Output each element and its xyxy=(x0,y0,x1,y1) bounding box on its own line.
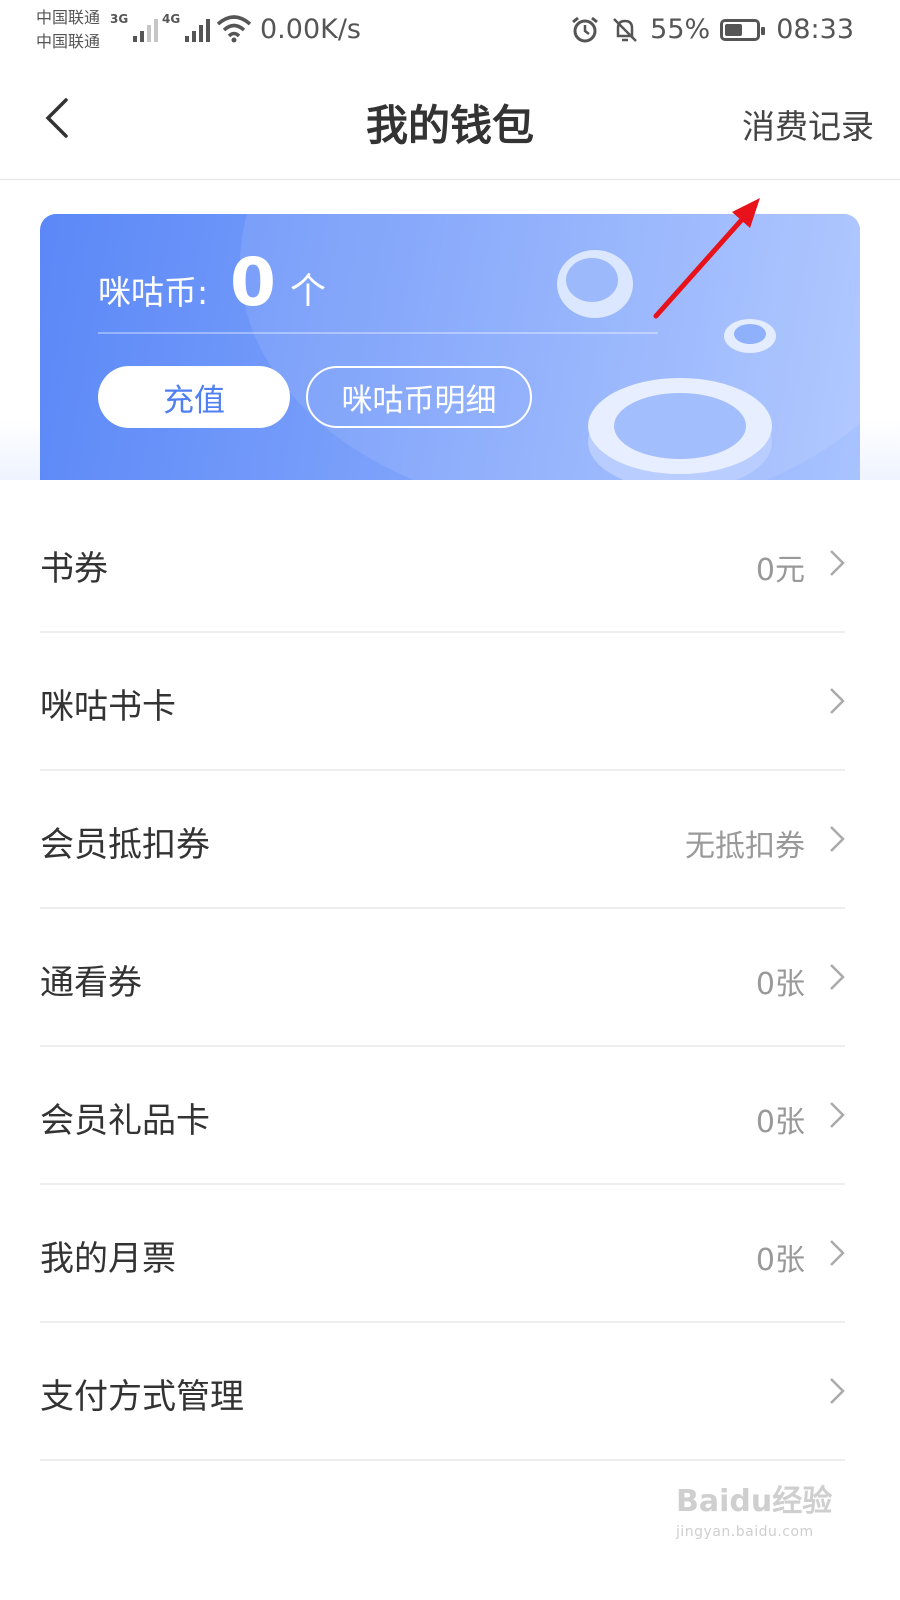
chevron-right-icon xyxy=(830,964,845,990)
list-item-member-deduction[interactable]: 会员抵扣券 无抵扣券 xyxy=(40,771,845,909)
coin-detail-button[interactable]: 咪咕币明细 xyxy=(306,366,532,428)
coin-unit: 个 xyxy=(290,271,327,312)
carrier-2: 中国联通 xyxy=(36,32,101,51)
list-item-book-voucher[interactable]: 书券 0元 xyxy=(40,495,845,633)
list-item-label: 会员礼品卡 xyxy=(40,1101,210,1141)
recharge-button[interactable]: 充值 xyxy=(98,366,290,428)
coin-icon xyxy=(557,250,633,318)
sim1-tech: 3G xyxy=(110,12,129,26)
list-item-label: 咪咕书卡 xyxy=(40,687,176,727)
chevron-right-icon xyxy=(830,688,845,714)
list-item-value: 0张 xyxy=(755,1243,805,1278)
signal-icon: 3G xyxy=(110,12,159,42)
list-item-payment-methods[interactable]: 支付方式管理 xyxy=(40,1323,845,1461)
carrier-1: 中国联通 xyxy=(36,8,101,27)
coin-label: 咪咕币: xyxy=(98,273,209,312)
list-item-monthly-ticket[interactable]: 我的月票 0张 xyxy=(40,1185,845,1323)
list-item-label: 书券 xyxy=(40,549,108,589)
card-divider xyxy=(98,332,658,334)
list-item-value: 0元 xyxy=(755,553,805,588)
watermark-text: Baidu经验 xyxy=(676,1484,833,1519)
chevron-right-icon xyxy=(830,1378,845,1404)
battery-fill xyxy=(725,23,743,36)
chevron-right-icon xyxy=(830,1102,845,1128)
net-speed: 0.00K/s xyxy=(260,14,361,45)
chevron-right-icon xyxy=(830,826,845,852)
carrier-labels: 中国联通 中国联通 xyxy=(36,6,100,54)
list-item-label: 我的月票 xyxy=(40,1239,176,1279)
list-item-label: 通看券 xyxy=(40,963,142,1003)
status-bar: 中国联通 中国联通 3G 4G 0.00K/s 55% 08:33 xyxy=(0,0,900,62)
nav-header: 我的钱包 消费记录 xyxy=(0,62,900,180)
list-item-label: 支付方式管理 xyxy=(40,1377,244,1417)
consumption-record-link[interactable]: 消费记录 xyxy=(742,100,874,148)
list-item-gift-card[interactable]: 会员礼品卡 0张 xyxy=(40,1047,845,1185)
chevron-right-icon xyxy=(830,550,845,576)
signal-icon: 4G xyxy=(162,12,211,42)
clock: 08:33 xyxy=(776,14,854,45)
baidu-watermark: Baidu经验 jingyan.baidu.com xyxy=(676,1476,832,1540)
sim2-tech: 4G xyxy=(162,12,181,26)
mute-icon xyxy=(613,17,638,42)
coin-icon xyxy=(588,378,772,480)
list-item-label: 会员抵扣券 xyxy=(40,825,210,865)
annotation-arrow-icon xyxy=(653,198,760,319)
list-item-value: 0张 xyxy=(755,1105,805,1140)
list-item-value: 0张 xyxy=(755,967,805,1002)
battery-icon xyxy=(720,18,766,41)
list-item-universal-pass[interactable]: 通看券 0张 xyxy=(40,909,845,1047)
watermark-url: jingyan.baidu.com xyxy=(676,1524,814,1540)
battery-percent: 55% xyxy=(650,14,711,45)
status-right: 55% 08:33 xyxy=(570,14,854,45)
list-item-value: 无抵扣券 xyxy=(685,829,805,864)
coin-balance: 0 xyxy=(230,244,276,321)
list-item-book-card[interactable]: 咪咕书卡 xyxy=(40,633,845,771)
wallet-list: 书券 0元 咪咕书卡 会员抵扣券 无抵扣券 通看券 0张 会员礼品卡 0张 我的… xyxy=(40,495,845,1461)
chevron-right-icon xyxy=(830,1240,845,1266)
wifi-icon xyxy=(216,15,252,43)
alarm-icon xyxy=(572,16,599,42)
